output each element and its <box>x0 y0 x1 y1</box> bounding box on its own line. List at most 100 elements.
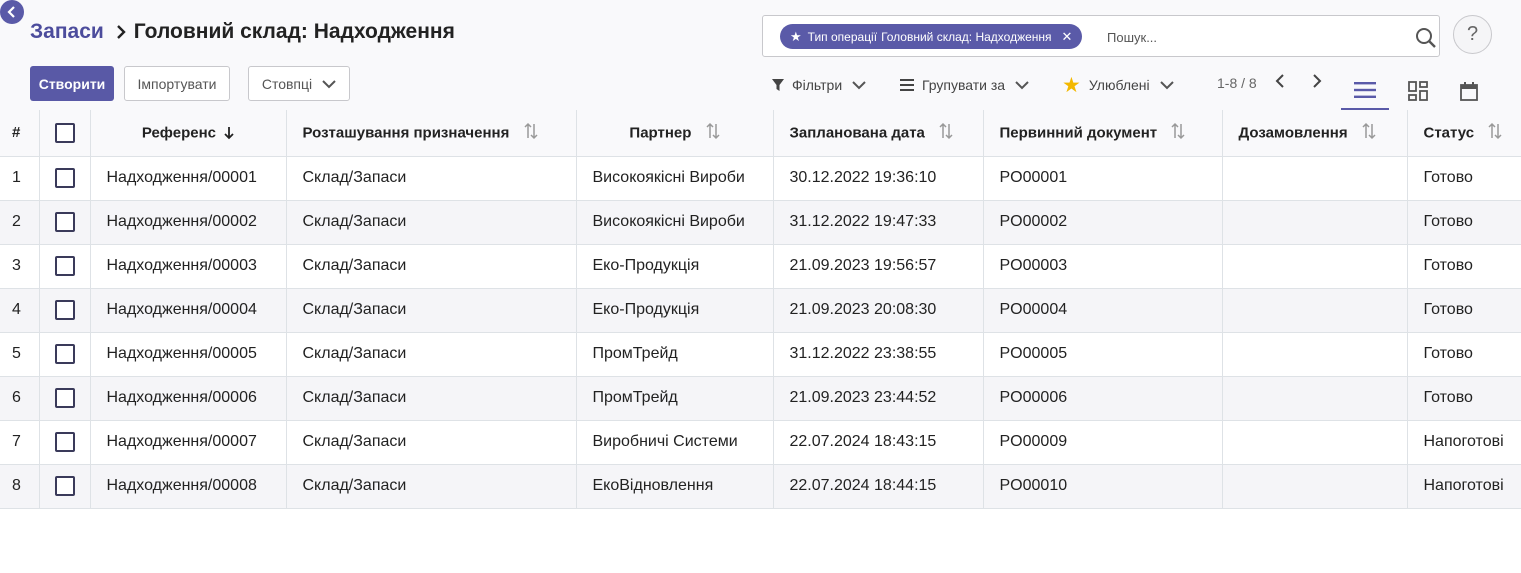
cell-scheduled-date: 21.09.2023 23:44:52 <box>773 376 984 421</box>
cell-reference: Надходження/00005 <box>90 332 287 377</box>
table-row[interactable]: 3 Надходження/00003 Склад/Запаси Еко-Про… <box>0 244 1521 289</box>
row-checkbox[interactable] <box>39 288 91 333</box>
table-row[interactable]: 1 Надходження/00001 Склад/Запаси Високоя… <box>0 156 1521 201</box>
cell-destination: Склад/Запаси <box>286 464 577 509</box>
pager-previous-button[interactable] <box>1275 74 1285 88</box>
close-icon[interactable]: ✕ <box>1062 29 1073 45</box>
column-header-reference[interactable]: Референс <box>90 110 287 157</box>
columns-label: Стовпці <box>261 75 313 92</box>
cell-destination: Склад/Запаси <box>286 376 577 421</box>
cell-destination: Склад/Запаси <box>286 420 577 465</box>
row-checkbox[interactable] <box>39 244 91 289</box>
help-button[interactable]: ? <box>1453 15 1492 54</box>
column-header-destination[interactable]: Розташування призначення <box>286 110 577 157</box>
create-button[interactable]: Створити <box>30 66 114 101</box>
back-button[interactable] <box>0 0 24 24</box>
cell-partner: ПромТрейд <box>576 332 774 377</box>
table-row[interactable]: 7 Надходження/00007 Склад/Запаси Виробни… <box>0 420 1521 465</box>
row-checkbox[interactable] <box>39 156 91 201</box>
row-number: 1 <box>0 156 40 201</box>
checkbox-icon <box>54 256 75 276</box>
table-header-row: # Референс Розташування призначення Парт… <box>0 110 1521 157</box>
cell-source-document: PO00001 <box>983 156 1223 201</box>
column-header-partner[interactable]: Партнер <box>576 110 774 157</box>
cell-partner: Високоякісні Вироби <box>576 200 774 245</box>
cell-backorder <box>1222 244 1408 289</box>
cell-scheduled-date: 21.09.2023 19:56:57 <box>773 244 984 289</box>
cell-partner: Еко-Продукція <box>576 244 774 289</box>
cell-scheduled-date: 31.12.2022 23:38:55 <box>773 332 984 377</box>
chevron-right-icon <box>1313 74 1322 88</box>
list-view-icon <box>1354 82 1376 98</box>
cell-backorder <box>1222 464 1408 509</box>
checkbox-icon <box>54 122 75 143</box>
breadcrumb-parent-link[interactable]: Запаси <box>30 20 104 44</box>
column-header-backorder[interactable]: Дозамовлення <box>1222 110 1408 157</box>
checkbox-icon <box>54 300 75 320</box>
cell-scheduled-date: 21.09.2023 20:08:30 <box>773 288 984 333</box>
cell-source-document: PO00002 <box>983 200 1223 245</box>
calendar-view-button[interactable] <box>1445 72 1493 110</box>
group-by-dropdown[interactable]: Групувати за <box>900 75 1029 95</box>
sort-icon <box>523 122 538 144</box>
cell-scheduled-date: 30.12.2022 19:36:10 <box>773 156 984 201</box>
cell-reference: Надходження/00006 <box>90 376 287 421</box>
row-checkbox[interactable] <box>39 376 91 421</box>
list-icon <box>900 79 914 91</box>
cell-reference: Надходження/00001 <box>90 156 287 201</box>
cell-destination: Склад/Запаси <box>286 200 577 245</box>
row-checkbox[interactable] <box>39 464 91 509</box>
pager-next-button[interactable] <box>1312 74 1322 88</box>
table-row[interactable]: 5 Надходження/00005 Склад/Запаси ПромТре… <box>0 332 1521 377</box>
favorites-label: Улюблені <box>1088 77 1150 93</box>
table-row[interactable]: 4 Надходження/00004 Склад/Запаси Еко-Про… <box>0 288 1521 333</box>
cell-scheduled-date: 22.07.2024 18:43:15 <box>773 420 984 465</box>
pager-value[interactable]: 1-8 / 8 <box>1217 75 1257 91</box>
facet-value: Головний склад: Надходження <box>881 29 1052 44</box>
cell-source-document: PO00006 <box>983 376 1223 421</box>
column-header-status[interactable]: Статус <box>1407 110 1521 157</box>
row-checkbox[interactable] <box>39 420 91 465</box>
sort-icon <box>706 122 720 144</box>
table-row[interactable]: 6 Надходження/00006 Склад/Запаси ПромТре… <box>0 376 1521 421</box>
row-number: 3 <box>0 244 40 289</box>
search-input[interactable] <box>1105 26 1395 48</box>
cell-status: Готово <box>1407 244 1521 289</box>
kanban-view-button[interactable] <box>1394 72 1442 110</box>
cell-source-document: PO00010 <box>983 464 1223 509</box>
select-all-checkbox[interactable] <box>39 110 91 157</box>
filter-icon <box>772 79 784 91</box>
table-row[interactable]: 8 Надходження/00008 Склад/Запаси ЕкоВідн… <box>0 464 1521 509</box>
column-header-backorder-label: Дозамовлення <box>1238 124 1348 142</box>
cell-backorder <box>1222 332 1408 377</box>
cell-source-document: PO00004 <box>983 288 1223 333</box>
favorites-dropdown[interactable]: ★ Улюблені <box>1062 74 1174 97</box>
search-icon[interactable] <box>1415 27 1437 54</box>
column-header-source-document[interactable]: Первинний документ <box>983 110 1223 157</box>
cell-status: Готово <box>1407 156 1521 201</box>
chevron-down-icon <box>322 79 336 88</box>
list-view-button[interactable] <box>1341 72 1389 110</box>
breadcrumb: Запаси Головний склад: Надходження <box>30 20 455 44</box>
checkbox-icon <box>54 212 75 232</box>
columns-dropdown-button[interactable]: Стовпці <box>248 66 350 101</box>
cell-status: Готово <box>1407 332 1521 377</box>
import-button[interactable]: Імпортувати <box>124 66 230 101</box>
table-row[interactable]: 2 Надходження/00002 Склад/Запаси Високоя… <box>0 200 1521 245</box>
kanban-view-icon <box>1408 81 1428 101</box>
cell-destination: Склад/Запаси <box>286 332 577 377</box>
cell-reference: Надходження/00008 <box>90 464 287 509</box>
row-number: 6 <box>0 376 40 421</box>
row-checkbox[interactable] <box>39 332 91 377</box>
cell-scheduled-date: 31.12.2022 19:47:33 <box>773 200 984 245</box>
row-checkbox[interactable] <box>39 200 91 245</box>
row-number: 5 <box>0 332 40 377</box>
cell-source-document: PO00005 <box>983 332 1223 377</box>
cell-status: Готово <box>1407 200 1521 245</box>
checkbox-icon <box>54 344 75 364</box>
cell-reference: Надходження/00004 <box>90 288 287 333</box>
cell-partner: ПромТрейд <box>576 376 774 421</box>
column-header-scheduled-date[interactable]: Запланована дата <box>773 110 984 157</box>
filters-dropdown[interactable]: Фільтри <box>772 75 866 95</box>
cell-status: Готово <box>1407 288 1521 333</box>
